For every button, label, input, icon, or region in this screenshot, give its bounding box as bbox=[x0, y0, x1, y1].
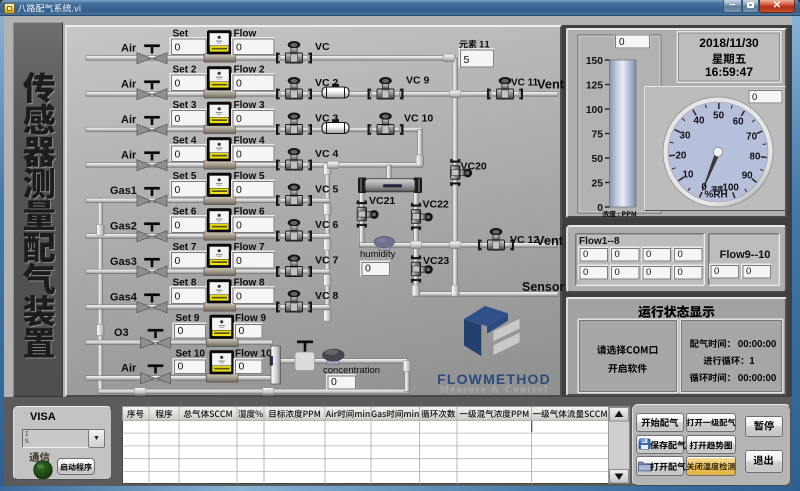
svg-text:Flow 10: Flow 10 bbox=[235, 349, 272, 360]
svg-text:0: 0 bbox=[239, 361, 245, 373]
svg-text:0: 0 bbox=[752, 92, 757, 103]
svg-text:0: 0 bbox=[331, 376, 337, 388]
svg-text:Air: Air bbox=[121, 79, 137, 91]
svg-text:0: 0 bbox=[178, 325, 184, 337]
svg-text:50: 50 bbox=[592, 154, 604, 165]
svg-text:0: 0 bbox=[236, 42, 242, 54]
svg-text:0: 0 bbox=[365, 263, 371, 275]
svg-text:50: 50 bbox=[713, 110, 724, 121]
svg-text:Air: Air bbox=[121, 43, 137, 55]
svg-text:0: 0 bbox=[746, 266, 751, 277]
svg-text:0: 0 bbox=[175, 149, 181, 161]
svg-text:100: 100 bbox=[586, 105, 603, 116]
svg-text:30: 30 bbox=[680, 131, 691, 142]
svg-text:0: 0 bbox=[615, 267, 620, 278]
svg-text:0: 0 bbox=[175, 220, 181, 232]
svg-text:0: 0 bbox=[615, 249, 620, 260]
svg-text:Gas4: Gas4 bbox=[110, 292, 138, 304]
svg-text:0: 0 bbox=[583, 249, 588, 260]
svg-text:60: 60 bbox=[733, 116, 744, 127]
svg-text:VC23: VC23 bbox=[423, 255, 449, 267]
svg-text:0: 0 bbox=[175, 78, 181, 90]
svg-text:Set 10: Set 10 bbox=[176, 349, 206, 360]
svg-text:0: 0 bbox=[597, 203, 603, 214]
svg-text:Sensor: Sensor bbox=[522, 280, 565, 294]
svg-text:Gas2: Gas2 bbox=[110, 221, 137, 233]
svg-text:0: 0 bbox=[175, 255, 181, 267]
svg-text:Gas3: Gas3 bbox=[110, 256, 137, 268]
svg-text:0: 0 bbox=[583, 267, 588, 278]
svg-text:0: 0 bbox=[236, 291, 242, 303]
svg-text:90: 90 bbox=[742, 171, 753, 182]
svg-text:0: 0 bbox=[619, 37, 625, 48]
svg-text:VC 6: VC 6 bbox=[315, 219, 339, 231]
svg-text:0: 0 bbox=[236, 184, 242, 196]
svg-text:0: 0 bbox=[236, 149, 242, 161]
svg-text:humidity: humidity bbox=[360, 249, 396, 260]
svg-text:Air: Air bbox=[121, 363, 137, 375]
svg-text:Measure & Control: Measure & Control bbox=[439, 385, 548, 396]
svg-text:10: 10 bbox=[683, 170, 694, 181]
svg-text:Gas1: Gas1 bbox=[110, 185, 137, 197]
svg-text:80: 80 bbox=[750, 152, 761, 163]
svg-text:VC 10: VC 10 bbox=[404, 113, 433, 125]
svg-text:40: 40 bbox=[694, 116, 705, 127]
svg-text:VC 8: VC 8 bbox=[315, 290, 339, 302]
svg-text:VC: VC bbox=[315, 41, 330, 53]
svg-text:0: 0 bbox=[714, 266, 719, 277]
svg-text:150: 150 bbox=[586, 56, 603, 67]
svg-text:0: 0 bbox=[178, 361, 184, 373]
svg-text:Air: Air bbox=[121, 114, 137, 126]
svg-text:Set 9: Set 9 bbox=[176, 313, 200, 324]
svg-text:20: 20 bbox=[675, 151, 686, 162]
svg-text:%RH: %RH bbox=[704, 190, 727, 201]
svg-text:VC20: VC20 bbox=[461, 161, 487, 173]
svg-text:Vent: Vent bbox=[537, 77, 565, 92]
svg-text:16:59:47: 16:59:47 bbox=[705, 65, 753, 79]
svg-text:0: 0 bbox=[175, 184, 181, 196]
svg-text:0: 0 bbox=[236, 220, 242, 232]
svg-text:70: 70 bbox=[746, 132, 757, 143]
svg-text:2018/11/30: 2018/11/30 bbox=[699, 36, 759, 50]
svg-text:0: 0 bbox=[236, 113, 242, 125]
svg-text:VC 4: VC 4 bbox=[315, 148, 339, 160]
svg-text:Air: Air bbox=[121, 150, 137, 162]
svg-text:0: 0 bbox=[175, 291, 181, 303]
svg-text:75: 75 bbox=[592, 130, 604, 141]
svg-text:0: 0 bbox=[236, 255, 242, 267]
svg-text:0: 0 bbox=[678, 249, 683, 260]
svg-text:0: 0 bbox=[646, 249, 651, 260]
svg-text:Vent: Vent bbox=[536, 233, 564, 248]
svg-text:0: 0 bbox=[239, 325, 245, 337]
svg-text:0: 0 bbox=[236, 78, 242, 90]
svg-text:25: 25 bbox=[592, 179, 604, 190]
svg-text:VC 12: VC 12 bbox=[510, 234, 539, 246]
svg-text:0: 0 bbox=[678, 267, 683, 278]
svg-text:VC22: VC22 bbox=[423, 199, 449, 211]
svg-text:0: 0 bbox=[175, 42, 181, 54]
svg-text:O3: O3 bbox=[114, 327, 129, 339]
svg-text:0: 0 bbox=[646, 267, 651, 278]
svg-text:VC 7: VC 7 bbox=[315, 255, 339, 267]
svg-text:VC 5: VC 5 bbox=[315, 184, 339, 196]
svg-text:VC21: VC21 bbox=[369, 195, 395, 207]
svg-text:125: 125 bbox=[586, 81, 603, 92]
svg-text:5: 5 bbox=[464, 54, 470, 66]
svg-text:0: 0 bbox=[175, 113, 181, 125]
svg-text:Flow 9: Flow 9 bbox=[235, 313, 267, 324]
svg-text:VC 9: VC 9 bbox=[406, 75, 430, 87]
svg-text:VC 11: VC 11 bbox=[511, 78, 539, 89]
